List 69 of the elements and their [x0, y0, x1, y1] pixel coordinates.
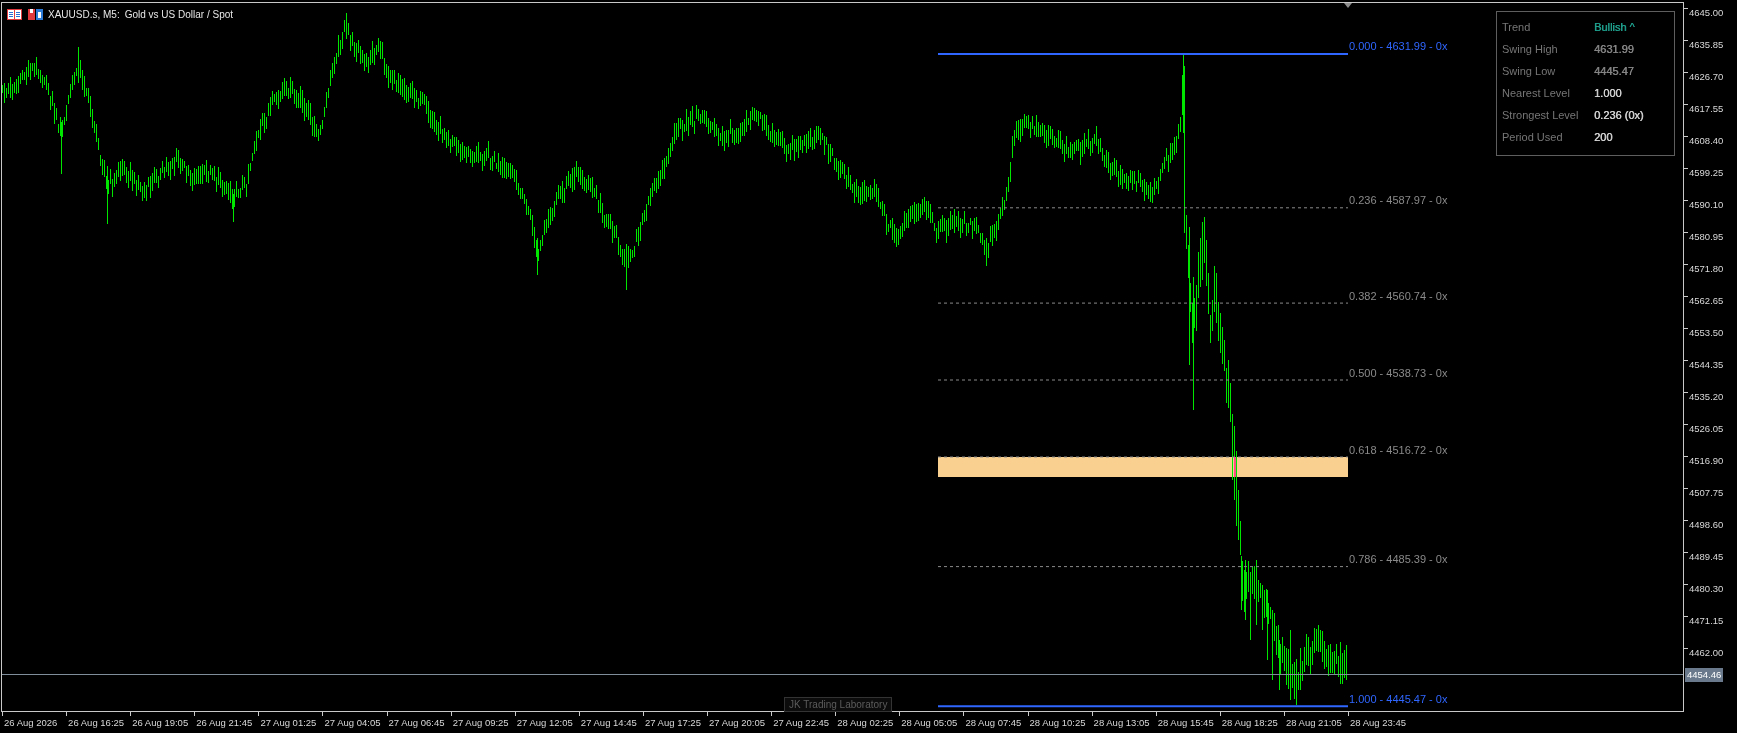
time-axis-label: 28 Aug 07:45 [965, 716, 1022, 729]
time-axis-label: 28 Aug 05:05 [901, 716, 958, 729]
fib-level-label: 0.382 - 4560.74 - 0x [1349, 288, 1448, 303]
info-value: 1.000 [1594, 86, 1622, 100]
price-axis-label: 4544.35 [1689, 359, 1724, 372]
price-axis-label: 4507.75 [1689, 487, 1724, 500]
time-axis-label: 27 Aug 09:25 [452, 716, 509, 729]
time-axis-label: 27 Aug 20:05 [709, 716, 766, 729]
price-axis-label: 4489.45 [1689, 551, 1724, 564]
price-axis-label: 4626.70 [1689, 71, 1724, 84]
time-axis-label: 27 Aug 17:25 [644, 716, 701, 729]
info-label: Swing Low [1502, 64, 1556, 78]
time-axis-label: 27 Aug 06:45 [388, 716, 445, 729]
price-axis-label: 4608.40 [1689, 135, 1724, 148]
price-axis-label: 4562.65 [1689, 295, 1724, 308]
time-axis-label: 28 Aug 10:25 [1029, 716, 1086, 729]
price-axis-label: 4526.05 [1689, 423, 1724, 436]
price-axis-label: 4580.95 [1689, 231, 1724, 244]
info-value: 4445.47 [1594, 64, 1634, 78]
time-axis-label: 26 Aug 21:45 [196, 716, 253, 729]
info-label: Trend [1502, 20, 1531, 34]
time-axis-label: 26 Aug 19:05 [132, 716, 189, 729]
fib-level-label: 0.000 - 4631.99 - 0x [1349, 39, 1448, 54]
info-value: 4631.99 [1594, 42, 1634, 56]
branding-label: JK Trading Laboratory [784, 697, 893, 712]
table-icon[interactable] [7, 8, 22, 20]
price-axis-label: 4480.30 [1689, 583, 1724, 596]
info-value: Bullish ^ [1594, 20, 1635, 34]
chart-symbol: XAUUSD.s, M5: [48, 7, 120, 21]
time-axis-label: 27 Aug 04:05 [324, 716, 381, 729]
time-axis-label: 27 Aug 12:05 [516, 716, 573, 729]
fib-level-label: 0.786 - 4485.39 - 0x [1349, 552, 1448, 567]
info-label: Strongest Level [1502, 108, 1579, 122]
price-axis-label: 4498.60 [1689, 519, 1724, 532]
info-label: Nearest Level [1502, 86, 1570, 100]
triangle-marker-icon[interactable] [1344, 3, 1352, 8]
split-panel-icon[interactable] [28, 8, 43, 20]
price-axis-label: 4535.20 [1689, 391, 1724, 404]
time-axis-label: 28 Aug 13:05 [1093, 716, 1150, 729]
fib-level-label: 0.236 - 4587.97 - 0x [1349, 193, 1448, 208]
price-axis-label: 4462.00 [1689, 647, 1724, 660]
price-axis-label: 4553.50 [1689, 327, 1724, 340]
fib-level-label: 1.000 - 4445.47 - 0x [1349, 691, 1448, 706]
time-axis-label: 28 Aug 21:05 [1285, 716, 1342, 729]
price-axis-label: 4571.80 [1689, 263, 1724, 276]
time-axis-label: 26 Aug 16:25 [68, 716, 125, 729]
price-axis-label: 4599.25 [1689, 167, 1724, 180]
time-axis-label: 27 Aug 22:45 [773, 716, 830, 729]
price-axis-label: 4617.55 [1689, 103, 1724, 116]
time-axis-label: 28 Aug 18:25 [1221, 716, 1278, 729]
info-label: Period Used [1502, 130, 1563, 144]
price-axis-label: 4471.15 [1689, 615, 1724, 628]
fib-level-label: 0.618 - 4516.72 - 0x [1349, 442, 1448, 457]
chart-description: Gold vs US Dollar / Spot [124, 7, 234, 21]
time-axis-label: 28 Aug 23:45 [1349, 716, 1406, 729]
info-value: 0.236 (0x) [1594, 108, 1644, 122]
info-value: 200 [1594, 130, 1613, 144]
time-axis-label: 27 Aug 01:25 [260, 716, 317, 729]
time-axis-label: 28 Aug 02:25 [837, 716, 894, 729]
price-axis-label: 4516.90 [1689, 455, 1724, 468]
price-axis-label: 4645.00 [1689, 7, 1724, 20]
current-price-tag: 4454.46 [1685, 667, 1724, 682]
price-axis-label: 4590.10 [1689, 199, 1724, 212]
info-label: Swing High [1502, 42, 1558, 56]
fib-level-label: 0.500 - 4538.73 - 0x [1349, 365, 1448, 380]
time-axis-label: 26 Aug 2026 [4, 716, 58, 729]
time-axis-label: 27 Aug 14:45 [580, 716, 637, 729]
time-axis-label: 28 Aug 15:45 [1157, 716, 1214, 729]
price-axis-label: 4635.85 [1689, 39, 1724, 52]
